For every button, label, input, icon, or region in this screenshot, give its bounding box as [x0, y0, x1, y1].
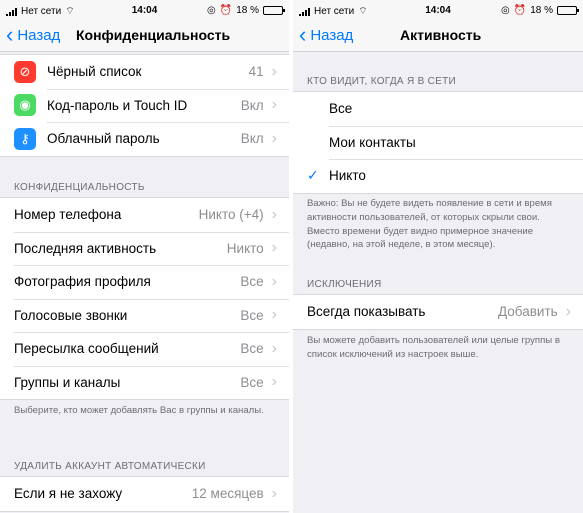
row-voice-calls[interactable]: Голосовые звонки Все › [0, 298, 289, 333]
key-icon: ⚷ [14, 127, 36, 150]
row-label: Код-пароль и Touch ID [47, 97, 188, 113]
row-label: Голосовые звонки [14, 307, 128, 323]
option-label: Мои контакты [329, 134, 416, 150]
option-label: Все [329, 101, 353, 117]
option-my-contacts[interactable]: Мои контакты [293, 125, 583, 160]
privacy-screen: Нет сети ⌔ 14:04 ◎ ⏰ 18 % ‹ Назад Конфид… [0, 0, 289, 513]
location-icon: ◎ [501, 5, 510, 16]
row-label: Пересылка сообщений [14, 341, 159, 357]
back-label: Назад [17, 26, 61, 44]
chevron-right-icon: › [271, 373, 277, 391]
status-right: ◎ ⏰ 18 % [501, 5, 579, 16]
navigation-bar: ‹ Назад Конфиденциальность [0, 20, 289, 52]
fingerprint-icon: ◉ [14, 94, 36, 117]
row-last-seen[interactable]: Последняя активность Никто › [0, 231, 289, 266]
row-label: Если я не захожу [14, 486, 123, 502]
location-icon: ◎ [207, 5, 216, 16]
status-bar: Нет сети ⌔ 14:04 ◎ ⏰ 18 % [293, 0, 583, 20]
row-label: Номер телефона [14, 207, 122, 223]
row-if-away[interactable]: Если я не захожу 12 месяцев › [0, 477, 289, 511]
chevron-right-icon: › [565, 302, 571, 320]
row-value: Все [240, 341, 264, 357]
exceptions-footer: Вы можете добавить пользователей или цел… [307, 335, 560, 360]
row-value: 12 месяцев [191, 486, 264, 502]
row-label: Чёрный список [47, 64, 142, 80]
row-value: Вкл [240, 97, 264, 113]
row-label: Облачный пароль [47, 131, 160, 147]
chevron-right-icon: › [271, 272, 277, 290]
battery-icon [263, 6, 285, 15]
visibility-options: Все Мои контакты ✓ Никто [293, 91, 583, 194]
chevron-right-icon: › [271, 62, 277, 80]
option-label: Никто [329, 168, 366, 184]
alarm-icon: ⏰ [513, 5, 527, 16]
back-button[interactable]: ‹ Назад [299, 22, 354, 47]
exceptions-header: ИСКЛЮЧЕНИЯ [307, 279, 382, 290]
chevron-right-icon: › [271, 129, 277, 147]
chevron-right-icon: › [271, 339, 277, 357]
row-value: Никто (+4) [198, 207, 264, 223]
back-button[interactable]: ‹ Назад [6, 22, 61, 47]
chevron-right-icon: › [271, 239, 277, 257]
row-label: Группы и каналы [14, 374, 121, 390]
last-seen-screen: Нет сети ⌔ 14:04 ◎ ⏰ 18 % ‹ Назад Активн… [293, 0, 583, 513]
add-exception-link: Добавить [498, 304, 558, 320]
status-bar: Нет сети ⌔ 14:04 ◎ ⏰ 18 % [0, 0, 289, 20]
row-value: Все [240, 307, 264, 323]
battery-percent: 18 % [530, 5, 553, 16]
chevron-right-icon: › [271, 205, 277, 223]
row-blocked-users[interactable]: ⊘ Чёрный список 41 › [0, 55, 289, 89]
row-cloud-password[interactable]: ⚷ Облачный пароль Вкл › [0, 122, 289, 156]
row-value: Никто [226, 240, 264, 256]
delete-group: Если я не захожу 12 месяцев › [0, 476, 289, 512]
who-sees-footer: Важно: Вы не будете видеть появление в с… [307, 198, 552, 251]
exceptions-group: Всегда показывать Добавить › [293, 294, 583, 330]
option-nobody[interactable]: ✓ Никто [293, 159, 583, 193]
row-phone-number[interactable]: Номер телефона Никто (+4) › [0, 198, 289, 232]
battery-icon [557, 6, 579, 15]
back-label: Назад [310, 26, 354, 44]
row-profile-photo[interactable]: Фотография профиля Все › [0, 265, 289, 299]
security-group: ⊘ Чёрный список 41 › ◉ Код-пароль и Touc… [0, 54, 289, 157]
row-label: Фотография профиля [14, 274, 151, 290]
status-right: ◎ ⏰ 18 % [207, 5, 285, 16]
page-title: Активность [400, 27, 482, 43]
privacy-footer: Выберите, кто может добавлять Вас в груп… [14, 405, 264, 416]
row-always-show[interactable]: Всегда показывать Добавить › [293, 295, 583, 329]
row-forwarded-messages[interactable]: Пересылка сообщений Все › [0, 332, 289, 366]
privacy-section-header: КОНФИДЕНЦИАЛЬНОСТЬ [14, 182, 145, 193]
row-label: Всегда показывать [307, 304, 426, 320]
block-icon: ⊘ [14, 60, 36, 83]
row-value: Все [240, 374, 264, 390]
row-passcode[interactable]: ◉ Код-пароль и Touch ID Вкл › [0, 88, 289, 123]
battery-percent: 18 % [236, 5, 259, 16]
row-value: Вкл [240, 131, 264, 147]
row-value: 41 [248, 64, 264, 80]
chevron-right-icon: › [271, 96, 277, 114]
chevron-right-icon: › [271, 306, 277, 324]
row-label: Последняя активность [14, 240, 157, 256]
delete-section-header: УДАЛИТЬ АККАУНТ АВТОМАТИЧЕСКИ [14, 461, 206, 472]
navigation-bar: ‹ Назад Активность [293, 20, 583, 52]
privacy-group: Номер телефона Никто (+4) › Последняя ак… [0, 197, 289, 400]
page-title: Конфиденциальность [76, 27, 231, 43]
option-everybody[interactable]: Все [293, 92, 583, 126]
row-groups-channels[interactable]: Группы и каналы Все › [0, 365, 289, 400]
chevron-left-icon: ‹ [6, 22, 14, 47]
checkmark-icon: ✓ [307, 167, 319, 184]
who-sees-header: КТО ВИДИТ, КОГДА Я В СЕТИ [307, 76, 457, 87]
chevron-right-icon: › [271, 484, 277, 502]
chevron-left-icon: ‹ [299, 22, 307, 47]
row-value: Все [240, 274, 264, 290]
alarm-icon: ⏰ [219, 5, 233, 16]
